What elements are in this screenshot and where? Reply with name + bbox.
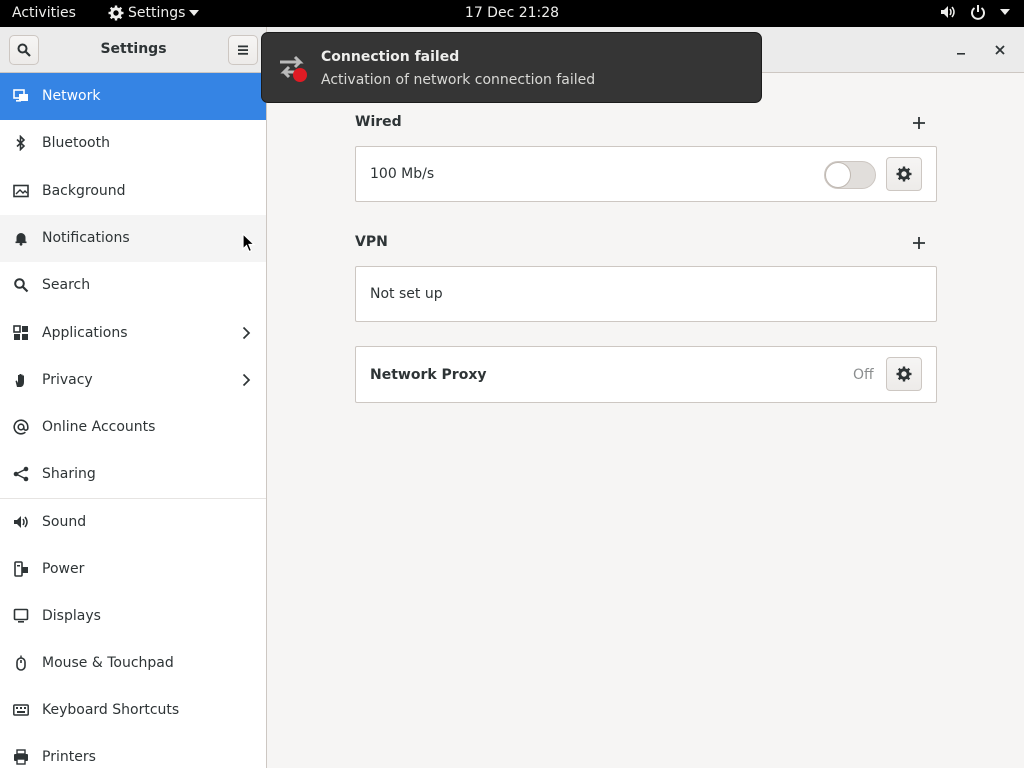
- network-proxy-label: Network Proxy: [370, 367, 487, 383]
- sidebar-item-power[interactable]: Power: [0, 546, 266, 593]
- top-bar: Activities Settings 17 Dec 21:28: [0, 0, 1024, 27]
- close-button[interactable]: [985, 35, 1015, 65]
- main-menu-button[interactable]: [228, 35, 258, 65]
- settings-window: Settings Network Bluetooth Background No…: [0, 27, 1024, 768]
- sidebar-item-keyboard-shortcuts[interactable]: Keyboard Shortcuts: [0, 687, 266, 734]
- apps-grid-icon: [13, 325, 28, 340]
- network-proxy-row[interactable]: Network Proxy Off: [355, 346, 937, 403]
- sidebar-item-label: Printers: [42, 749, 96, 765]
- bluetooth-icon: [16, 135, 26, 151]
- add-vpn-button[interactable]: [909, 233, 929, 253]
- sidebar-title: Settings: [100, 41, 167, 57]
- sidebar-item-label: Search: [42, 277, 91, 293]
- chevron-right-icon: [242, 326, 251, 340]
- wired-section-title: Wired: [355, 114, 402, 130]
- close-icon: [995, 45, 1005, 55]
- notification-banner[interactable]: Connection failed Activation of network …: [261, 32, 762, 103]
- sidebar-item-label: Sound: [42, 514, 87, 530]
- sidebar-item-privacy[interactable]: Privacy: [0, 357, 266, 404]
- search-icon: [17, 43, 31, 57]
- menu-icon: [238, 45, 248, 55]
- sidebar-item-label: Background: [42, 183, 126, 199]
- wired-toggle[interactable]: [824, 161, 876, 189]
- search-icon: [14, 278, 29, 293]
- power-plug-icon: [14, 561, 28, 577]
- at-icon: [13, 419, 29, 435]
- chevron-down-icon: [189, 10, 200, 16]
- vpn-status: Not set up: [370, 286, 443, 302]
- clock[interactable]: 17 Dec 21:28: [465, 5, 559, 21]
- power-icon: [971, 5, 985, 20]
- minimize-button[interactable]: [946, 35, 976, 65]
- sidebar: Network Bluetooth Background Notificatio…: [0, 73, 267, 768]
- display-icon: [13, 608, 29, 623]
- sidebar-item-search[interactable]: Search: [0, 262, 266, 309]
- sidebar-item-label: Applications: [42, 325, 128, 341]
- background-icon: [13, 184, 29, 198]
- sidebar-item-label: Power: [42, 561, 85, 577]
- gear-icon: [896, 166, 912, 182]
- sidebar-item-mouse-touchpad[interactable]: Mouse & Touchpad: [0, 640, 266, 687]
- sidebar-item-displays[interactable]: Displays: [0, 593, 266, 640]
- network-error-icon: [280, 55, 307, 82]
- sidebar-item-label: Privacy: [42, 372, 93, 388]
- bell-icon: [15, 233, 27, 246]
- chevron-down-icon: [1000, 9, 1010, 15]
- speaker-icon: [14, 516, 28, 528]
- wired-settings-button[interactable]: [886, 157, 922, 191]
- sidebar-item-network[interactable]: Network: [0, 73, 266, 120]
- chevron-right-icon: [242, 373, 251, 387]
- sidebar-item-label: Keyboard Shortcuts: [42, 702, 180, 718]
- mouse-cursor-icon: [242, 233, 256, 253]
- system-menu[interactable]: [940, 4, 1010, 20]
- gear-icon: [896, 366, 912, 382]
- sidebar-item-sharing[interactable]: Sharing: [0, 451, 266, 498]
- sidebar-item-sound[interactable]: Sound: [0, 499, 266, 546]
- vpn-row: Not set up: [355, 266, 937, 322]
- sidebar-item-label: Displays: [42, 608, 101, 624]
- notification-body: Activation of network connection failed: [321, 72, 596, 88]
- sidebar-item-background[interactable]: Background: [0, 168, 266, 215]
- app-menu-label: Settings: [128, 5, 186, 21]
- sidebar-header: Settings: [0, 27, 267, 73]
- mouse-icon: [16, 655, 26, 671]
- sidebar-item-label: Network: [42, 88, 101, 104]
- sidebar-item-label: Online Accounts: [42, 419, 156, 435]
- share-icon: [13, 466, 29, 482]
- sidebar-item-label: Sharing: [42, 466, 96, 482]
- printer-icon: [14, 749, 28, 765]
- network-proxy-settings-button[interactable]: [886, 357, 922, 391]
- sidebar-item-online-accounts[interactable]: Online Accounts: [0, 404, 266, 451]
- sidebar-item-applications[interactable]: Applications: [0, 310, 266, 357]
- keyboard-icon: [13, 704, 29, 716]
- sidebar-item-label: Bluetooth: [42, 135, 110, 151]
- hand-icon: [15, 374, 24, 387]
- activities-button[interactable]: Activities: [12, 5, 76, 21]
- search-button[interactable]: [9, 35, 39, 65]
- add-wired-button[interactable]: [909, 113, 929, 133]
- minimize-icon: [957, 53, 965, 55]
- wired-speed: 100 Mb/s: [370, 166, 435, 182]
- notification-title: Connection failed: [321, 49, 460, 65]
- sidebar-item-notifications[interactable]: Notifications: [0, 215, 266, 262]
- sidebar-item-bluetooth[interactable]: Bluetooth: [0, 120, 266, 167]
- volume-icon: [941, 6, 955, 18]
- gear-icon: [108, 5, 124, 21]
- vpn-section-title: VPN: [355, 234, 388, 250]
- app-menu[interactable]: Settings: [108, 5, 200, 21]
- sidebar-item-label: Mouse & Touchpad: [42, 655, 174, 671]
- wired-connection-row: 100 Mb/s: [355, 146, 937, 202]
- toggle-knob: [825, 162, 851, 188]
- network-icon: [13, 89, 28, 102]
- sidebar-item-printers[interactable]: Printers: [0, 734, 266, 768]
- sidebar-item-label: Notifications: [42, 230, 130, 246]
- network-proxy-status: Off: [853, 367, 874, 383]
